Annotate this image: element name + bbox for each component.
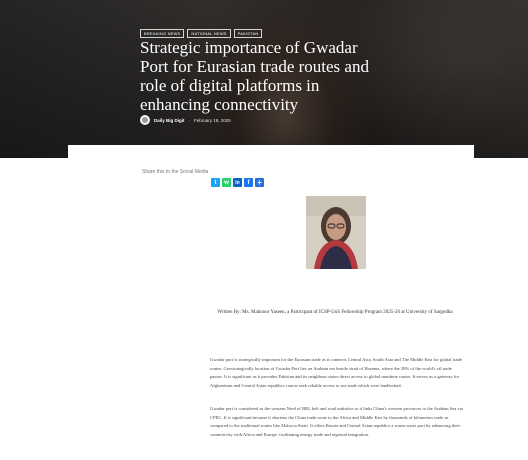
facebook-icon: f [247,179,250,186]
article-paragraph-1: Gwadar port is strategically important f… [210,357,462,388]
whatsapp-share-button[interactable]: w [222,178,231,187]
user-icon [142,117,148,123]
tag-pakistan[interactable]: PAKISTAN [233,29,263,38]
share-buttons: t w in f + [211,178,264,187]
more-share-button[interactable]: + [255,178,264,187]
article-paragraph-2: Gwadar port is considered as the western… [210,406,464,437]
tag-national-news[interactable]: NATIONAL NEWS [187,29,231,38]
publish-date: February 18, 2025 [194,117,231,123]
whatsapp-icon: w [224,179,229,186]
author-portrait-icon [306,196,366,269]
facebook-share-button[interactable]: f [244,178,253,187]
article-title: Strategic importance of Gwadar Port for … [140,38,369,114]
hero-banner: BREAKING NEWS NATIONAL NEWS PAKISTAN Str… [0,0,528,158]
share-label: Share this to the Social Media [142,169,209,175]
separator: · [188,117,191,123]
byline: Daily Big Digit · February 18, 2025 [140,115,231,125]
twitter-share-button[interactable]: t [211,178,220,187]
author-name[interactable]: Daily Big Digit [154,118,185,123]
photo-caption: Written By: Ms. Mahnoor Yaseen, a Partic… [217,310,453,315]
category-tags: BREAKING NEWS NATIONAL NEWS PAKISTAN [140,29,263,38]
twitter-icon: t [214,179,217,186]
linkedin-share-button[interactable]: in [233,178,242,187]
author-photo [306,196,366,269]
linkedin-icon: in [235,179,240,186]
plus-icon: + [257,178,262,187]
tag-breaking-news[interactable]: BREAKING NEWS [140,29,185,38]
author-avatar[interactable] [140,115,150,125]
